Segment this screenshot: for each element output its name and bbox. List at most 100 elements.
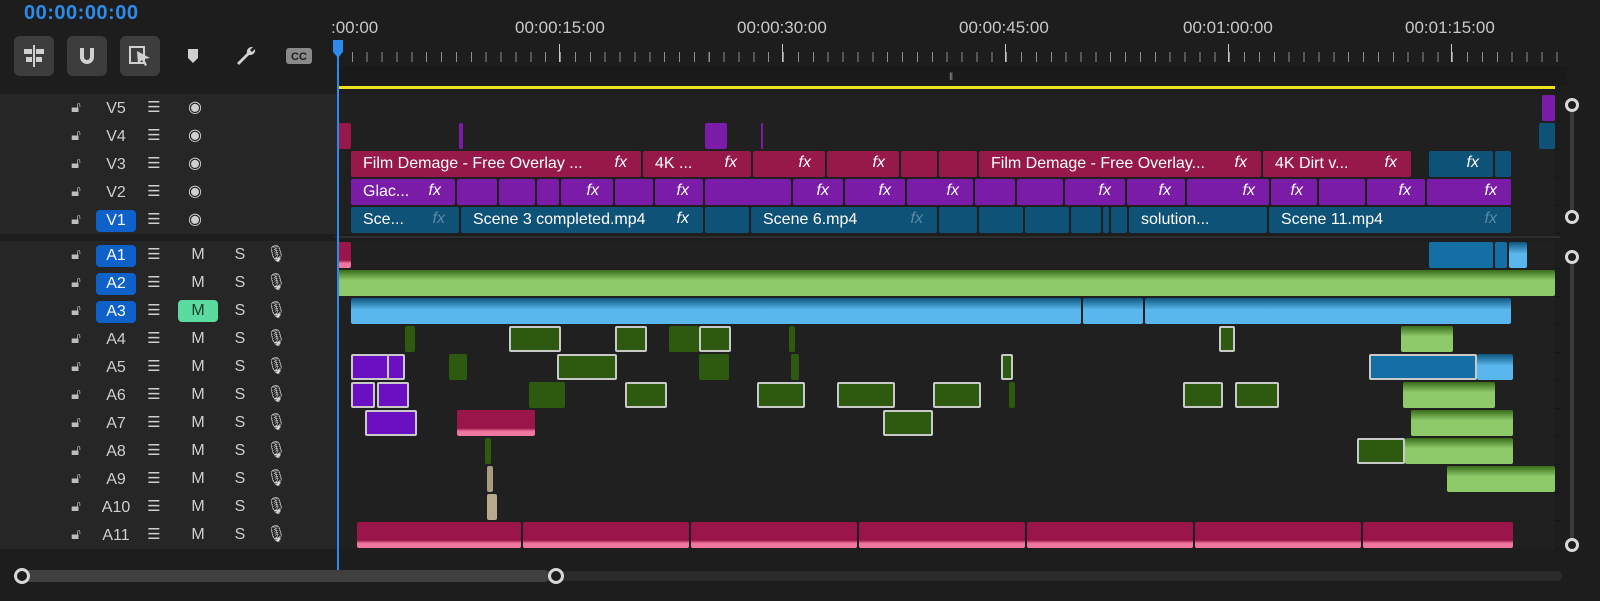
- audio-clip[interactable]: [1195, 522, 1361, 548]
- lock-icon[interactable]: 🔓︎: [68, 442, 84, 459]
- audio-clip[interactable]: [691, 522, 857, 548]
- audio-clip[interactable]: [351, 382, 375, 408]
- audio-clip[interactable]: [1401, 326, 1453, 352]
- audio-clip[interactable]: [1235, 382, 1279, 408]
- mute-button[interactable]: M: [178, 524, 218, 546]
- track-lane[interactable]: Sce... fx Scene 3 completed.mp4 fx Scene…: [337, 206, 1555, 234]
- audio-clip[interactable]: [449, 354, 467, 380]
- audio-clip[interactable]: [699, 354, 729, 380]
- solo-button[interactable]: S: [230, 384, 250, 406]
- sync-lock-icon[interactable]: ☰: [144, 470, 164, 487]
- video-scroll-top-handle[interactable]: [1565, 98, 1579, 112]
- eye-icon[interactable]: ◉: [184, 183, 206, 200]
- audio-clip[interactable]: [365, 410, 417, 436]
- microphone-icon[interactable]: 🎙︎: [266, 245, 286, 265]
- mute-button[interactable]: M: [178, 412, 218, 434]
- clip[interactable]: [337, 123, 351, 149]
- sync-lock-icon[interactable]: ☰: [144, 358, 164, 375]
- audio-clip[interactable]: [859, 522, 1025, 548]
- audio-clip[interactable]: [1357, 438, 1405, 464]
- clip[interactable]: fx: [655, 179, 703, 205]
- audio-scroll-track[interactable]: [1570, 256, 1574, 546]
- clip[interactable]: fx: [561, 179, 613, 205]
- audio-clip[interactable]: [1509, 242, 1527, 268]
- track-lane[interactable]: [337, 465, 1555, 493]
- lock-icon[interactable]: 🔓︎: [68, 127, 84, 144]
- sync-lock-icon[interactable]: ☰: [144, 526, 164, 543]
- audio-clip[interactable]: [791, 354, 799, 380]
- clip[interactable]: [705, 179, 791, 205]
- track-lane[interactable]: [337, 493, 1555, 521]
- scroll-left-handle[interactable]: [14, 568, 30, 584]
- playhead-line[interactable]: [337, 40, 339, 570]
- clip[interactable]: fx: [827, 151, 899, 177]
- sync-lock-icon[interactable]: ☰: [144, 302, 164, 319]
- track-name[interactable]: A7: [96, 413, 136, 435]
- eye-icon[interactable]: ◉: [184, 127, 206, 144]
- solo-button[interactable]: S: [230, 496, 250, 518]
- audio-clip[interactable]: [523, 522, 689, 548]
- clip[interactable]: [975, 179, 1015, 205]
- sync-lock-icon[interactable]: ☰: [144, 330, 164, 347]
- audio-clip[interactable]: [699, 326, 731, 352]
- video-audio-divider[interactable]: [335, 236, 1560, 238]
- audio-clip[interactable]: [789, 326, 795, 352]
- timeline-settings-icon[interactable]: [226, 36, 266, 76]
- track-name[interactable]: V3: [96, 154, 136, 176]
- work-area-bar[interactable]: ‖: [337, 66, 1567, 86]
- audio-clip[interactable]: [1477, 354, 1513, 380]
- audio-clip[interactable]: [757, 382, 805, 408]
- clip[interactable]: fx: [907, 179, 973, 205]
- captions-icon[interactable]: CC: [279, 36, 319, 76]
- clip[interactable]: Glac... fx: [351, 179, 455, 205]
- lock-icon[interactable]: 🔓︎: [68, 302, 84, 319]
- audio-clip[interactable]: [625, 382, 667, 408]
- track-name[interactable]: A3: [96, 301, 136, 323]
- audio-clip[interactable]: [1083, 298, 1143, 324]
- clip[interactable]: [1539, 123, 1555, 149]
- microphone-icon[interactable]: 🎙︎: [266, 497, 286, 517]
- horizontal-zoom-scrollbar[interactable]: [14, 568, 1562, 584]
- microphone-icon[interactable]: 🎙︎: [266, 441, 286, 461]
- clip[interactable]: fx: [1271, 179, 1317, 205]
- clip[interactable]: Scene 3 completed.mp4 fx: [461, 207, 703, 233]
- lock-icon[interactable]: 🔓︎: [68, 414, 84, 431]
- clip[interactable]: [457, 179, 497, 205]
- audio-clip[interactable]: [1447, 466, 1555, 492]
- audio-clip[interactable]: [387, 354, 405, 380]
- lock-icon[interactable]: 🔓︎: [68, 183, 84, 200]
- mute-button[interactable]: M: [178, 356, 218, 378]
- microphone-icon[interactable]: 🎙︎: [266, 273, 286, 293]
- mute-button[interactable]: M: [178, 328, 218, 350]
- track-name[interactable]: A8: [96, 441, 136, 463]
- audio-clip[interactable]: [1363, 522, 1513, 548]
- audio-clip[interactable]: [615, 326, 647, 352]
- mute-button[interactable]: M: [178, 300, 218, 322]
- clip[interactable]: fx: [1427, 179, 1511, 205]
- solo-button[interactable]: S: [230, 356, 250, 378]
- track-lane[interactable]: [337, 409, 1555, 437]
- clip[interactable]: fx: [753, 151, 825, 177]
- microphone-icon[interactable]: 🎙︎: [266, 301, 286, 321]
- grip-icon[interactable]: ‖: [949, 72, 953, 83]
- time-ruler[interactable]: :00:00 00:00:15:00 00:00:30:00 00:00:45:…: [331, 0, 1567, 92]
- audio-clip[interactable]: [1429, 242, 1493, 268]
- mute-button[interactable]: M: [178, 384, 218, 406]
- clip[interactable]: [1071, 207, 1101, 233]
- microphone-icon[interactable]: 🎙︎: [266, 469, 286, 489]
- audio-clip[interactable]: [1403, 382, 1495, 408]
- sync-lock-icon[interactable]: ☰: [144, 414, 164, 431]
- sync-lock-icon[interactable]: ☰: [144, 183, 164, 200]
- audio-scroll-top-handle[interactable]: [1565, 250, 1579, 264]
- track-name[interactable]: V1: [96, 210, 136, 232]
- microphone-icon[interactable]: 🎙︎: [266, 357, 286, 377]
- lock-icon[interactable]: 🔓︎: [68, 274, 84, 291]
- video-scroll-track[interactable]: [1570, 104, 1574, 220]
- clip[interactable]: [1319, 179, 1365, 205]
- audio-clip[interactable]: [337, 242, 351, 268]
- audio-clip[interactable]: [669, 326, 699, 352]
- track-lane[interactable]: Film Demage - Free Overlay ... fx 4K ...…: [337, 150, 1555, 178]
- eye-icon[interactable]: ◉: [184, 211, 206, 228]
- clip[interactable]: fx: [1187, 179, 1269, 205]
- insert-overwrite-icon[interactable]: [14, 36, 54, 76]
